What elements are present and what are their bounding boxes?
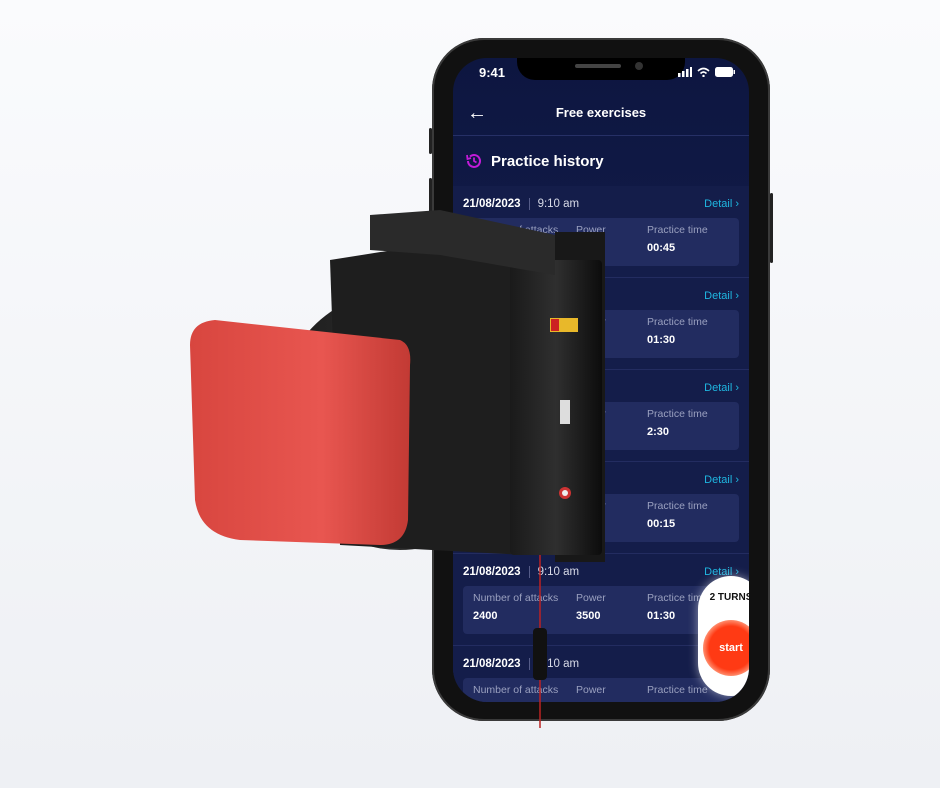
training-device-image: [190, 210, 605, 728]
